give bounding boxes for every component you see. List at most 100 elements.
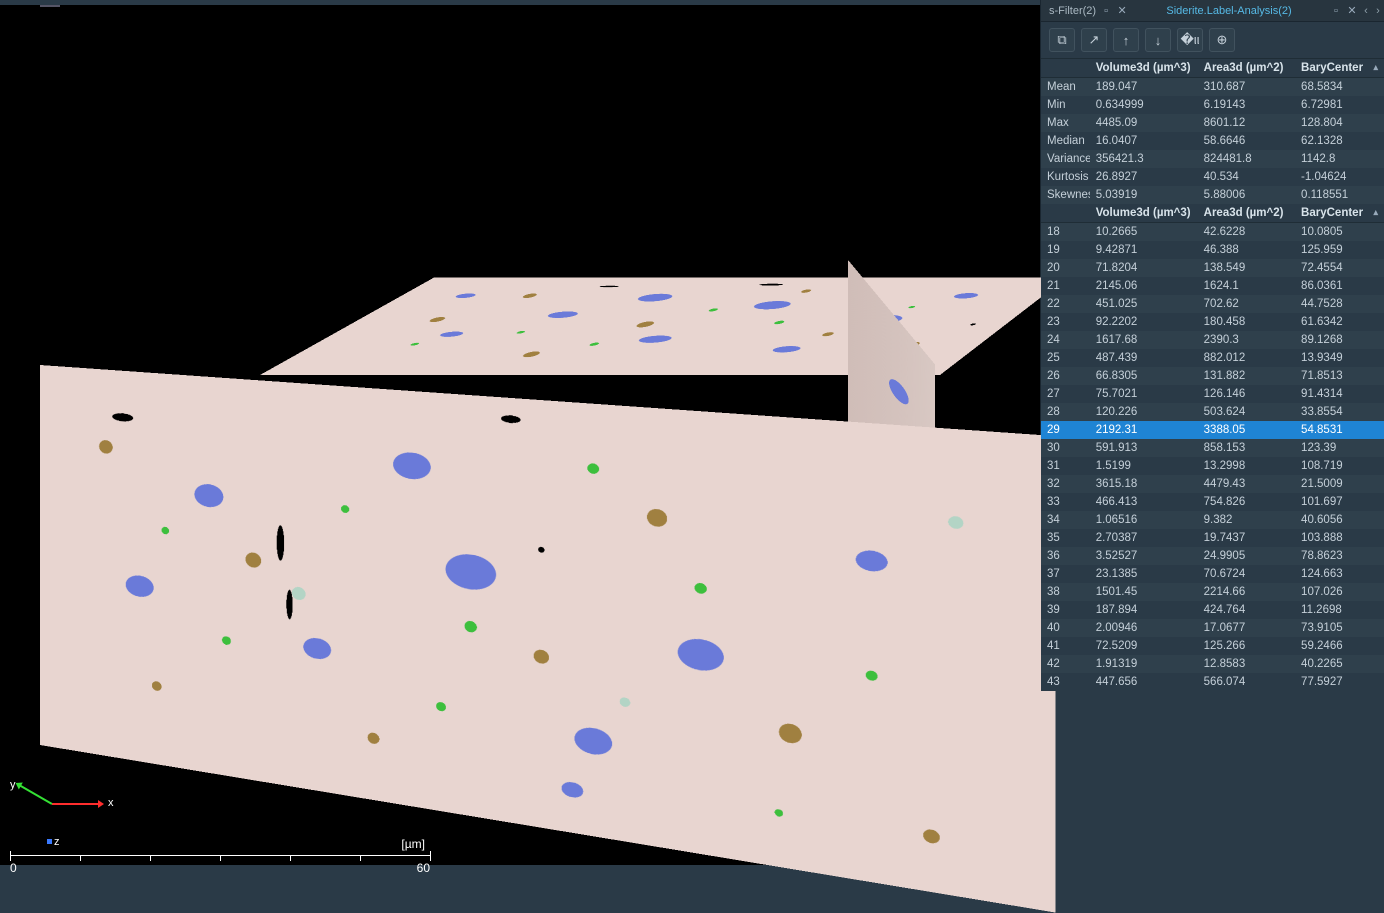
stats-label: Median [1041, 132, 1090, 150]
col-header-area[interactable]: Area3d (µm^2) [1198, 204, 1295, 223]
panel-toolbar: ⧉ ↗ ↑ ↓ �ιι ⊕ [1041, 22, 1384, 59]
row-area: 858.153 [1198, 439, 1295, 457]
row-id: 40 [1041, 619, 1090, 637]
table-row[interactable]: 25487.439882.01213.9349 [1041, 349, 1384, 367]
restore-icon[interactable]: ▫ [1330, 5, 1342, 17]
axis-x-icon [52, 803, 102, 805]
axis-gizmo[interactable]: x y z [10, 765, 110, 845]
table-row[interactable]: 212145.061624.186.0361 [1041, 277, 1384, 295]
table-row[interactable]: 2666.8305131.88271.8513 [1041, 367, 1384, 385]
row-bary: 40.2265 [1295, 655, 1384, 673]
col-header-index[interactable] [1041, 204, 1090, 223]
table-row[interactable]: 4172.5209125.26659.2466 [1041, 637, 1384, 655]
table-row[interactable]: 381501.452214.66107.026 [1041, 583, 1384, 601]
table-row[interactable]: 1810.266542.622810.0805 [1041, 223, 1384, 242]
close-icon[interactable]: ✕ [1116, 4, 1128, 17]
table-row[interactable]: 341.065169.38240.6056 [1041, 511, 1384, 529]
table-row[interactable]: 199.4287146.388125.959 [1041, 241, 1384, 259]
table-row[interactable]: 30591.913858.153123.39 [1041, 439, 1384, 457]
stats-row[interactable]: Max4485.098601.12128.804 [1041, 114, 1384, 132]
row-volume: 466.413 [1090, 493, 1198, 511]
stats-volume: 189.047 [1090, 78, 1198, 97]
row-volume: 92.2202 [1090, 313, 1198, 331]
row-area: 702.62 [1198, 295, 1295, 313]
row-area: 46.388 [1198, 241, 1295, 259]
table-row[interactable]: 241617.682390.389.1268 [1041, 331, 1384, 349]
row-volume: 71.8204 [1090, 259, 1198, 277]
row-id: 19 [1041, 241, 1090, 259]
arrow-up-icon: ↑ [1123, 33, 1130, 48]
row-id: 41 [1041, 637, 1090, 655]
row-bary: 40.6056 [1295, 511, 1384, 529]
chevron-right-icon[interactable]: › [1372, 5, 1384, 17]
axis-y-icon [17, 783, 53, 805]
tab-label-analysis[interactable]: Siderite.Label-Analysis(2) [1132, 0, 1322, 22]
volume-render[interactable] [40, 125, 960, 785]
stats-row[interactable]: Skewness5.039195.880060.118551 [1041, 186, 1384, 204]
col-header-barycenter[interactable]: BaryCenter▴ [1295, 204, 1384, 223]
stats-row[interactable]: Variance356421.3824481.81142.8 [1041, 150, 1384, 168]
row-id: 33 [1041, 493, 1090, 511]
col-header-volume[interactable]: Volume3d (µm^3) [1090, 204, 1198, 223]
table-row[interactable]: 352.7038719.7437103.888 [1041, 529, 1384, 547]
table-row[interactable]: 292192.313388.0554.8531 [1041, 421, 1384, 439]
target-icon: ⊕ [1217, 32, 1228, 48]
3d-viewport[interactable]: x y z [µm] 0 60 [0, 0, 1040, 865]
move-down-button[interactable]: ↓ [1145, 28, 1171, 52]
table-row[interactable]: 33466.413754.826101.697 [1041, 493, 1384, 511]
col-header-area[interactable]: Area3d (µm^2) [1198, 59, 1295, 78]
row-volume: 1.91319 [1090, 655, 1198, 673]
stats-label: Mean [1041, 78, 1090, 97]
row-bary: 33.8554 [1295, 403, 1384, 421]
row-id: 30 [1041, 439, 1090, 457]
table-row[interactable]: 28120.226503.62433.8554 [1041, 403, 1384, 421]
row-id: 42 [1041, 655, 1090, 673]
table-row[interactable]: 311.519913.2998108.719 [1041, 457, 1384, 475]
row-area: 19.7437 [1198, 529, 1295, 547]
table-row[interactable]: 323615.184479.4321.5009 [1041, 475, 1384, 493]
col-header-barycenter[interactable]: BaryCenter▴ [1295, 59, 1384, 78]
stats-label: Kurtosis [1041, 168, 1090, 186]
table-row[interactable]: 43447.656566.07477.5927 [1041, 673, 1384, 691]
table-row[interactable]: 421.9131912.858340.2265 [1041, 655, 1384, 673]
row-area: 503.624 [1198, 403, 1295, 421]
col-header-index[interactable] [1041, 59, 1090, 78]
row-bary: 59.2466 [1295, 637, 1384, 655]
export-button[interactable]: ↗ [1081, 28, 1107, 52]
row-bary: 101.697 [1295, 493, 1384, 511]
stats-row[interactable]: Median16.040758.664662.1328 [1041, 132, 1384, 150]
table-row[interactable]: 2775.7021126.14691.4314 [1041, 385, 1384, 403]
row-volume: 447.656 [1090, 673, 1198, 691]
table-row[interactable]: 2392.2202180.45861.6342 [1041, 313, 1384, 331]
row-volume: 72.5209 [1090, 637, 1198, 655]
table-row[interactable]: 402.0094617.067773.9105 [1041, 619, 1384, 637]
row-id: 24 [1041, 331, 1090, 349]
row-volume: 3615.18 [1090, 475, 1198, 493]
chevron-left-icon[interactable]: ‹ [1360, 5, 1372, 17]
stats-row[interactable]: Kurtosis26.892740.534-1.04624 [1041, 168, 1384, 186]
row-area: 4479.43 [1198, 475, 1295, 493]
table-row[interactable]: 39187.894424.76411.2698 [1041, 601, 1384, 619]
chart-button[interactable]: �ιι [1177, 28, 1203, 52]
copy-button[interactable]: ⧉ [1049, 28, 1075, 52]
stats-row[interactable]: Mean189.047310.68768.5834 [1041, 78, 1384, 97]
row-area: 424.764 [1198, 601, 1295, 619]
stats-area: 5.88006 [1198, 186, 1295, 204]
move-up-button[interactable]: ↑ [1113, 28, 1139, 52]
stats-area: 6.19143 [1198, 96, 1295, 114]
tab-filter[interactable]: s-Filter(2) ▫ ✕ [1041, 0, 1132, 22]
target-button[interactable]: ⊕ [1209, 28, 1235, 52]
stats-row[interactable]: Min0.6349996.191436.72981 [1041, 96, 1384, 114]
table-row[interactable]: 363.5252724.990578.8623 [1041, 547, 1384, 565]
row-id: 26 [1041, 367, 1090, 385]
row-bary: 44.7528 [1295, 295, 1384, 313]
table-row[interactable]: 22451.025702.6244.7528 [1041, 295, 1384, 313]
table-row[interactable]: 3723.138570.6724124.663 [1041, 565, 1384, 583]
close-icon[interactable]: ✕ [1346, 4, 1358, 17]
col-header-volume[interactable]: Volume3d (µm^3) [1090, 59, 1198, 78]
stats-area: 40.534 [1198, 168, 1295, 186]
table-row[interactable]: 2071.8204138.54972.4554 [1041, 259, 1384, 277]
restore-icon[interactable]: ▫ [1100, 5, 1112, 17]
row-bary: 71.8513 [1295, 367, 1384, 385]
scale-unit: [µm] [401, 837, 425, 851]
